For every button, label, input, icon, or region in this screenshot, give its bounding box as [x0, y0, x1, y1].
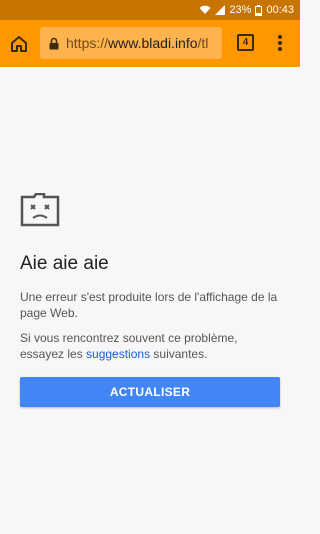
menu-icon[interactable]: [270, 33, 290, 53]
menu-dot: [278, 47, 282, 51]
suggestions-link[interactable]: suggestions: [86, 347, 150, 361]
home-button[interactable]: [6, 31, 32, 57]
error-message: Une erreur s'est produite lors de l'affi…: [20, 290, 278, 320]
page-title: Aie aie aie: [20, 253, 109, 274]
wifi-icon: [199, 5, 211, 15]
battery-percent: 23%: [229, 4, 252, 16]
menu-dot: [278, 41, 282, 45]
sad-tab-icon: [20, 193, 60, 227]
reload-button[interactable]: ACTUALISER: [20, 377, 280, 407]
url-scheme: https://: [66, 35, 109, 51]
url-text: https://www.bladi.info/tl: [66, 35, 208, 51]
clock: 00:43: [266, 4, 294, 16]
tab-switcher-button[interactable]: 4: [237, 34, 254, 51]
url-host: www.bladi.info: [108, 35, 198, 51]
suggestion-suffix: suivantes.: [150, 347, 208, 361]
suggestion-message: Si vous rencontrez souvent ce problème, …: [20, 330, 282, 362]
battery-icon: [255, 4, 263, 16]
home-icon: [11, 36, 27, 52]
address-bar[interactable]: https://www.bladi.info/tl: [40, 27, 222, 59]
signal-icon: [215, 5, 226, 15]
status-bar: 23% 00:43: [0, 0, 300, 20]
lock-icon: [49, 37, 59, 50]
browser-toolbar: https://www.bladi.info/tl 4: [0, 20, 300, 67]
url-path: /tl: [197, 35, 209, 51]
menu-dot: [278, 35, 282, 39]
